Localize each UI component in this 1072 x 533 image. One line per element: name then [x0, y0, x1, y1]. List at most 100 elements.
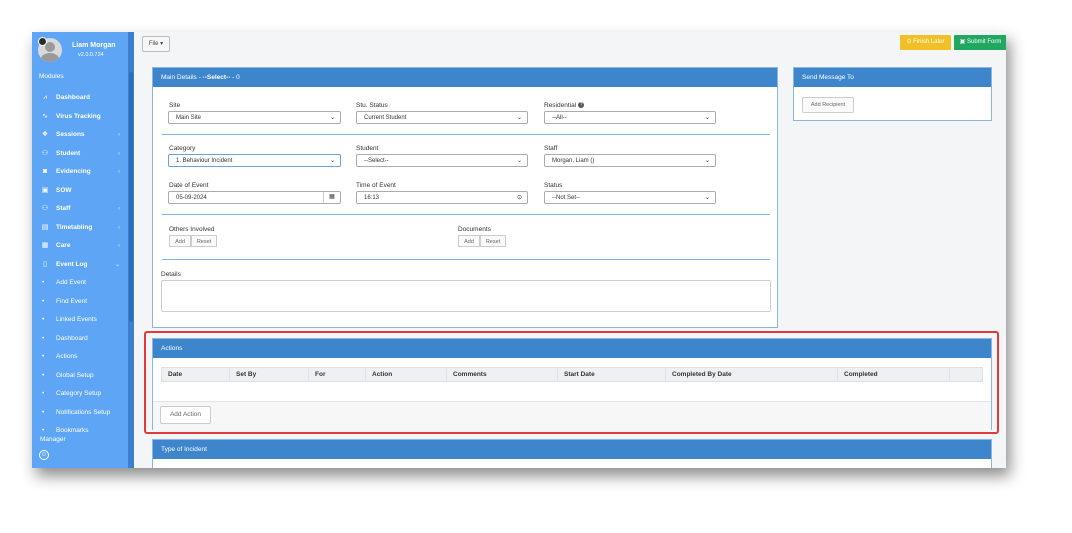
staff-value: Morgan, Liam ()	[552, 158, 595, 164]
category-select[interactable]: 1. Behaviour Incident ⌄	[168, 154, 341, 167]
others-reset-button[interactable]: Reset	[191, 235, 217, 247]
sidebar-subitem-label: Bookmarks	[56, 427, 89, 434]
pulse-icon: ∿	[42, 112, 48, 120]
staff-label: Staff	[544, 145, 558, 152]
chevron-down-icon: ⌄	[704, 158, 710, 164]
stu-status-label: Stu. Status	[356, 102, 388, 109]
camera-icon: ◙	[42, 168, 48, 175]
file-menu-button[interactable]: File ▾	[142, 36, 170, 52]
sidebar-subitem-notifications-setup[interactable]: • Notifications Setup	[32, 404, 128, 423]
bullet-icon: •	[42, 371, 45, 379]
documents-reset-button[interactable]: Reset	[480, 235, 506, 247]
bullet-icon: •	[42, 390, 45, 397]
sidebar-subitem-dashboard[interactable]: • Dashboard	[32, 330, 128, 349]
add-recipient-button[interactable]: Add Recipient	[802, 97, 854, 113]
time-of-event-input[interactable]: 16:13 ⊙	[356, 191, 528, 204]
sidebar-item-sow[interactable]: ▣ SOW	[32, 182, 128, 201]
bullet-icon: •	[42, 334, 45, 342]
sidebar-subitem-label: Category Setup	[56, 390, 102, 397]
sidebar-item-care[interactable]: ▦ Care ‹	[32, 237, 128, 256]
user-profile[interactable]: Liam Morgan v2.0.0.724	[38, 37, 128, 63]
sidebar-item-sessions[interactable]: ❖ Sessions ‹	[32, 126, 128, 145]
layers-icon: ❖	[41, 131, 49, 138]
finish-later-button[interactable]: ⊙ Finish Later	[900, 35, 951, 50]
sidebar-subitem-label: Linked Events	[56, 316, 97, 323]
main-details-header: Main Details - --Select-- - 0	[153, 68, 777, 87]
sidebar-item-label: SOW	[56, 186, 72, 194]
student-label: Student	[356, 145, 379, 152]
sidebar-subitem-category-setup[interactable]: • Category Setup	[32, 385, 128, 404]
sidebar-item-label: Virus Tracking	[56, 112, 101, 120]
sidebar-item-label: Evidencing	[56, 168, 91, 175]
sidebar-item-label: Dashboard	[56, 94, 90, 101]
app-version: v2.0.0.724	[78, 52, 104, 58]
documents-add-button[interactable]: Add	[458, 235, 480, 247]
table-icon: ▤	[41, 223, 49, 231]
bullet-icon: •	[42, 297, 45, 305]
status-label: Status	[544, 182, 563, 189]
residential-value: --All--	[552, 115, 567, 121]
sidebar-subitem-label: Find Event	[56, 297, 88, 305]
sidebar-item-label: Staff	[56, 205, 71, 212]
sidebar-subitem-linked-events[interactable]: • Linked Events	[32, 311, 128, 330]
users-icon: ⚇	[41, 149, 49, 157]
details-textarea[interactable]	[161, 280, 771, 312]
send-message-header: Send Message To	[794, 68, 991, 87]
sidebar-bookmarks-manager-label[interactable]: Manager	[40, 436, 66, 444]
clock-icon[interactable]: ⊙	[517, 192, 522, 205]
stu-status-value: Current Student	[364, 115, 407, 121]
sidebar-subitem-actions[interactable]: • Actions	[32, 348, 128, 367]
power-icon[interactable]: ⏻	[39, 450, 49, 460]
section-divider	[162, 259, 770, 260]
help-icon[interactable]: ?	[578, 102, 585, 109]
chevron-down-icon: ⌄	[329, 115, 335, 121]
book-icon: ▣	[41, 186, 49, 194]
residential-label: Residential?	[544, 102, 585, 109]
sidebar-subitem-global-setup[interactable]: • Global Setup	[32, 367, 128, 386]
status-select[interactable]: --Not Set-- ⌄	[544, 191, 716, 204]
submit-form-button[interactable]: ▣ Submit Form	[954, 35, 1006, 50]
stu-status-select[interactable]: Current Student ⌄	[356, 111, 528, 124]
chart-line-icon: ⩘	[43, 94, 47, 101]
sidebar-item-dashboard[interactable]: ⩘ Dashboard	[32, 89, 128, 108]
calendar-icon[interactable]: ▦	[323, 192, 340, 203]
sidebar-subitem-label: Notifications Setup	[56, 408, 111, 416]
send-message-panel: Send Message To Add Recipient	[793, 67, 992, 121]
sidebar-item-label: Event Log	[56, 260, 88, 268]
sidebar-item-virus-tracking[interactable]: ∿ Virus Tracking	[32, 108, 128, 127]
chevron-down-icon: ⌄	[516, 115, 522, 121]
chevron-down-icon: ⌄	[704, 195, 710, 201]
scrollbar-thumb[interactable]	[129, 72, 133, 322]
sidebar-item-timetabling[interactable]: ▤ Timetabling ‹	[32, 219, 128, 238]
site-select[interactable]: Main Site ⌄	[168, 111, 341, 124]
category-label: Category	[169, 145, 196, 152]
chevron-down-icon: ⌄	[329, 158, 335, 164]
sidebar-item-staff[interactable]: ⚇ Staff ‹	[32, 200, 128, 219]
category-value: 1. Behaviour Incident	[176, 158, 233, 164]
sidebar-item-student[interactable]: ⚇ Student ‹	[32, 145, 128, 164]
chevron-left-icon: ‹	[118, 243, 120, 249]
section-divider	[162, 214, 770, 215]
student-select[interactable]: --Select-- ⌄	[356, 154, 528, 167]
chevron-down-icon: ⌄	[516, 158, 522, 164]
staff-select[interactable]: Morgan, Liam () ⌄	[544, 154, 716, 167]
date-of-event-input[interactable]: 05-09-2024 ▦	[168, 191, 341, 204]
sidebar-item-event-log[interactable]: ▯ Event Log ⌄	[32, 256, 128, 275]
chevron-down-icon: ⌄	[704, 115, 710, 121]
sidebar-scrollbar[interactable]	[128, 32, 134, 468]
student-value: --Select--	[364, 158, 389, 164]
panel-title: Main Details -	[161, 74, 203, 81]
sidebar-subitem-add-event[interactable]: • Add Event	[32, 274, 128, 293]
sidebar-subitem-find-event[interactable]: • Find Event	[32, 293, 128, 312]
highlight-annotation	[144, 331, 999, 434]
time-of-event-value: 16:13	[364, 195, 380, 201]
app-window: Liam Morgan v2.0.0.724 Modules ⩘ Dashboar…	[32, 32, 1006, 468]
panel-title-count: - 0	[230, 74, 240, 81]
residential-select[interactable]: --All-- ⌄	[544, 111, 716, 124]
others-add-button[interactable]: Add	[169, 235, 191, 247]
sidebar-item-evidencing[interactable]: ◙ Evidencing ‹	[32, 163, 128, 182]
bullet-icon: •	[42, 353, 45, 360]
sidebar: Liam Morgan v2.0.0.724 Modules ⩘ Dashboar…	[32, 32, 134, 468]
main-details-panel: Main Details - --Select-- - 0 Site Main …	[152, 67, 778, 328]
date-of-event-value: 05-09-2024	[176, 195, 207, 201]
